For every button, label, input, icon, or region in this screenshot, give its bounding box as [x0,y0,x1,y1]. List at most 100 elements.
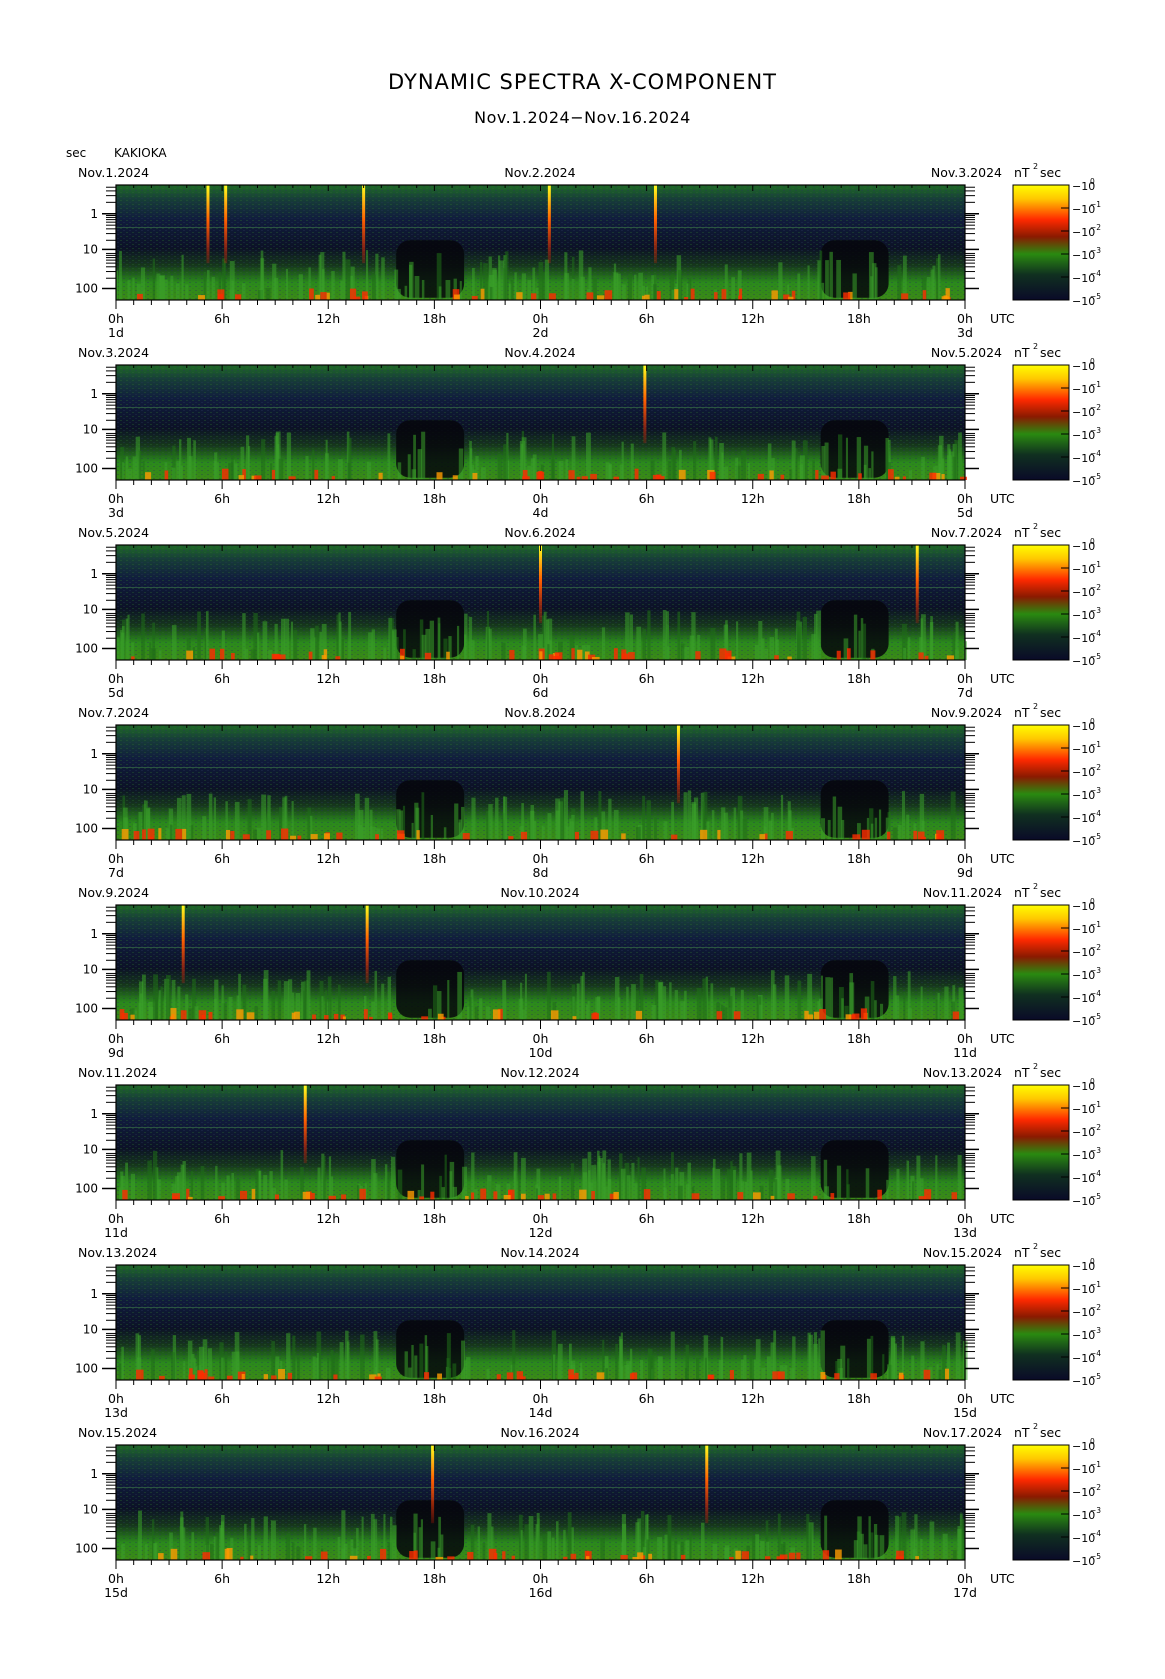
colorbar-tick-exp: 0 [1090,537,1095,546]
spectral-burst [285,268,288,300]
spectral-burst [552,1354,556,1380]
spectral-burst [942,1533,948,1560]
spectral-burst [185,284,189,300]
spectral-burst [296,1546,301,1560]
spectral-burst [721,452,724,480]
spectral-burst [454,803,459,840]
strong-power [516,1371,524,1380]
spectral-burst [868,468,872,480]
spectral-burst [944,986,949,1020]
spectral-burst [153,1543,157,1560]
colorbar-unit-suffix: sec [1040,165,1061,180]
strong-power [643,1189,651,1200]
spectral-burst [863,1544,868,1560]
spectral-burst [937,254,941,300]
colorbar-tick-exp: −5 [1090,1552,1101,1561]
spectral-burst [153,974,158,1020]
spectral-burst [712,1158,716,1200]
strong-power [189,1368,193,1380]
strong-power [121,829,129,840]
colorbar-tick-exp: −3 [1090,1326,1101,1335]
spectral-burst [297,1356,300,1380]
spectral-burst [345,1330,349,1380]
strong-power [164,470,169,480]
impulse-spike [303,1085,307,1164]
spectral-burst [497,454,503,480]
strong-power [493,1191,498,1200]
x-tick-label: 6h [214,1571,230,1586]
spectral-burst [474,1189,478,1200]
spectral-burst [631,1162,635,1200]
spectral-burst [862,623,867,660]
spectral-burst [735,457,739,480]
strong-power [577,649,583,660]
strong-power [780,474,785,480]
colorbar-tick-exp: −4 [1090,269,1101,278]
strong-power [336,832,343,840]
spectral-burst [841,998,844,1020]
colorbar-tick-exp: −2 [1090,1483,1101,1492]
spectral-burst [564,252,568,300]
spectral-burst [390,1156,396,1200]
colorbar-tick-exp: −1 [1090,920,1101,929]
night-region [396,780,465,838]
strong-power [604,290,613,300]
spectral-burst [774,1179,778,1200]
colorbar-unit: nT [1014,345,1030,360]
spectral-burst [291,1542,295,1560]
day-label-start: 9d [108,1045,124,1060]
spectral-burst [674,990,678,1020]
x-tick-label: 6h [639,1031,655,1046]
spectral-burst [246,435,250,480]
spectral-burst [392,1525,397,1560]
spectral-burst [323,1156,326,1200]
spectral-burst [394,269,399,300]
spectral-burst [926,277,931,300]
colorbar-tick-exp: 0 [1090,1257,1095,1266]
spectral-burst [262,621,268,660]
spectral-burst [172,467,176,480]
spectral-burst [601,627,606,660]
strong-power [465,1195,469,1200]
x-tick-label: 12h [741,1391,765,1406]
colorbar-unit-suffix: sec [1040,1245,1061,1260]
strong-power [901,293,909,300]
spectral-burst [671,289,675,300]
spectral-burst [242,613,246,660]
strong-power [136,1369,144,1380]
strong-power [480,288,485,300]
spectral-burst [471,640,475,660]
spectral-burst [897,824,902,840]
x-tick-label: 0h [108,1211,124,1226]
spectral-burst [871,451,874,480]
spectral-burst [280,618,285,660]
spectral-burst [268,649,273,660]
strong-power [813,1195,818,1200]
colorbar-tick-exp: −3 [1090,426,1101,435]
spectral-burst [723,812,728,840]
spectral-burst [477,1526,480,1560]
spectral-burst [147,1160,152,1200]
spectral-burst [486,1368,490,1380]
spectral-burst [170,275,174,300]
strong-power [631,1372,638,1380]
spectral-burst [452,1363,457,1380]
spectral-burst [649,1354,655,1380]
spectral-burst [210,1544,214,1560]
panel-start-date: Nov.5.2024 [78,525,149,540]
spectral-burst [411,1344,414,1380]
x-tick-label: 0h [108,671,124,686]
night-region [396,1500,465,1558]
spectral-burst [637,1157,640,1200]
spectral-burst [182,1160,186,1200]
spectral-burst [816,610,822,660]
colorbar-tick-exp: −1 [1090,740,1101,749]
spectral-burst [244,1523,247,1560]
day-label-mid: 2d [533,325,549,340]
spectral-burst [122,462,125,480]
spectral-burst [481,467,486,480]
y-tick-label: 1 [90,567,98,581]
colorbar-tick-exp: −2 [1090,223,1101,232]
spectral-burst [728,995,733,1020]
spectral-burst [597,1150,600,1200]
